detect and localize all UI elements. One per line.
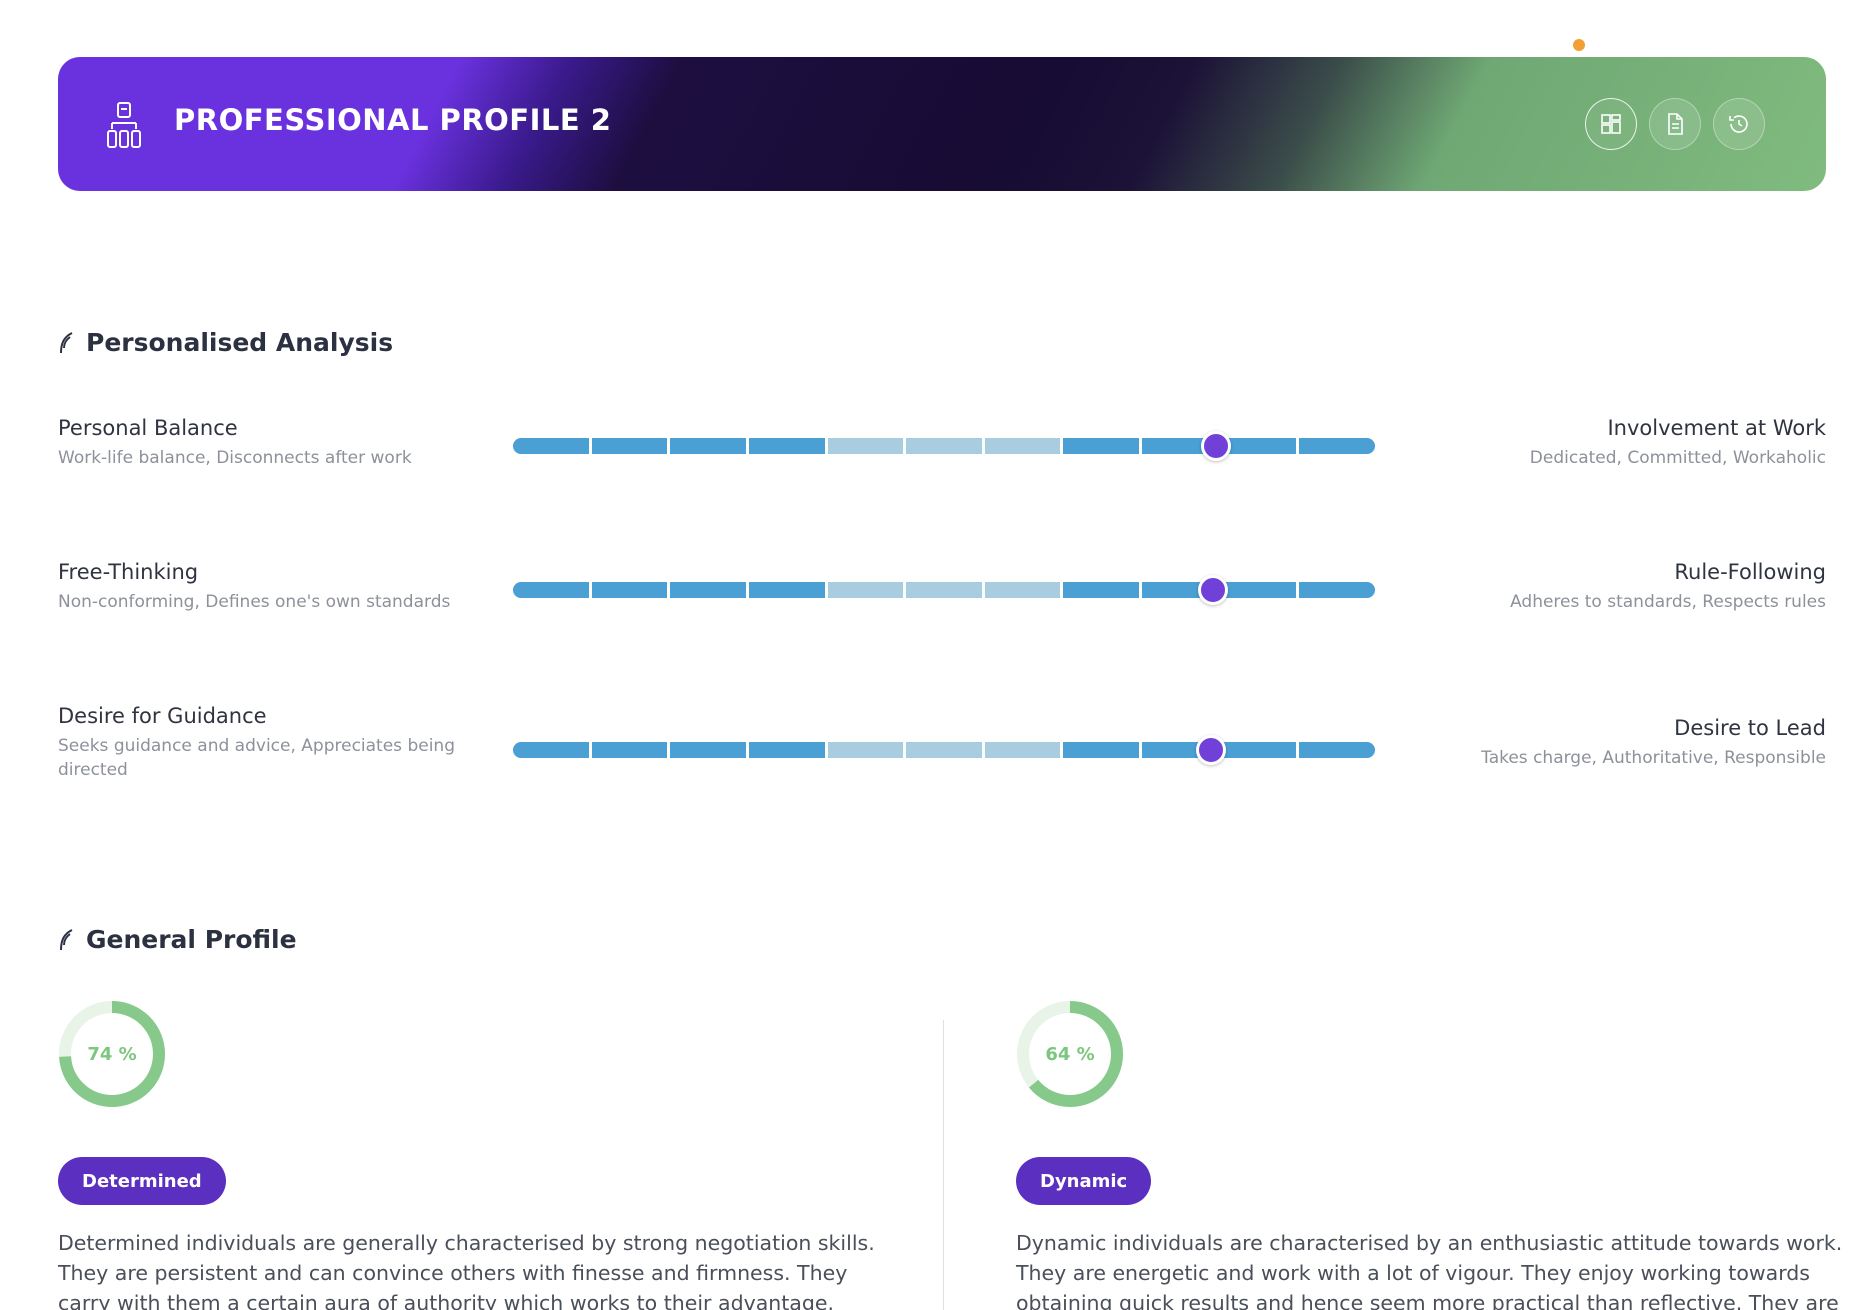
scale-row: Free-Thinking Non-conforming, Defines one… [58,558,1826,658]
scale-segment [1063,582,1140,598]
scale-segment [1220,582,1297,598]
percent-gauge: 64 % [1016,1000,1124,1108]
history-icon [1729,115,1748,133]
scale-segment [513,438,589,454]
trait-card-dynamic: 64 % Dynamic Dynamic individuals are cha… [1016,1000,1842,1310]
page-title: PROFESSIONAL PROFILE 2 [174,103,612,137]
scale-segment [984,438,1061,454]
dashboard-icon [1601,114,1621,134]
scale-segment [1299,742,1375,758]
document-button[interactable] [1649,98,1701,150]
scale-segment [1063,438,1140,454]
section-title: Personalised Analysis [86,328,394,357]
section-personalised-analysis: Personalised Analysis [58,328,393,357]
section-general-profile: General Profile [58,925,297,954]
page: PROFESSIONAL PROFILE 2 Personalised Anal… [0,0,1872,1310]
scale-left-description: Seeks guidance and advice, Appreciates b… [58,736,455,780]
scale-segment [827,582,904,598]
scale-segment [984,582,1061,598]
scale-segment [827,742,904,758]
scale-segment [984,742,1061,758]
scale-segment [591,582,668,598]
scale-track [513,575,1375,605]
column-divider [943,1020,944,1310]
trait-tag: Determined [58,1157,226,1205]
scale-segment [1220,438,1297,454]
scale-left-pole: Desire for Guidance Seeks guidance and ad… [58,702,478,782]
scale-segment [906,742,982,758]
scale-left-pole: Free-Thinking Non-conforming, Defines one… [58,558,478,614]
scale-row: Desire for Guidance Seeks guidance and ad… [58,702,1826,802]
feather-icon [60,928,73,950]
scale-row: Personal Balance Work-life balance, Disco… [58,414,1826,514]
scale-right-description: Adheres to standards, Respects rules [1510,592,1826,612]
scale-marker [1197,575,1228,605]
section-title: General Profile [86,925,297,954]
feather-icon [60,331,73,353]
percent-label: 74 % [87,1043,137,1065]
scale-segment [1063,742,1140,758]
dashboard-button[interactable] [1585,98,1637,150]
scale-segment [670,438,746,454]
scale-left-pole: Personal Balance Work-life balance, Disco… [58,414,478,470]
scale-right-pole: Involvement at Work Dedicated, Committed,… [1406,414,1826,470]
scale-right-title: Rule-Following [1674,560,1826,584]
trait-card-determined: 74 % Determined Determined individuals a… [58,1000,878,1310]
history-button[interactable] [1713,98,1765,150]
scale-left-description: Work-life balance, Disconnects after wor… [58,448,412,468]
scale-segment [748,582,825,598]
scale-segment [591,438,668,454]
scale-right-pole: Rule-Following Adheres to standards, Resp… [1406,558,1826,614]
scale-segment [513,742,589,758]
scale-marker [1200,431,1231,461]
scale-segment [1299,582,1375,598]
trait-description: Dynamic individuals are characterised by… [1016,1231,1843,1310]
scale-segment [670,582,746,598]
scale-right-title: Desire to Lead [1674,716,1826,740]
scale-track [513,735,1375,765]
scale-segment [906,438,982,454]
scale-right-description: Dedicated, Committed, Workaholic [1529,448,1826,468]
scale-left-title: Personal Balance [58,416,238,440]
profile-logo-icon [107,102,141,148]
scale-left-title: Free-Thinking [58,560,199,584]
header-banner: PROFESSIONAL PROFILE 2 [58,57,1826,191]
percent-label: 64 % [1045,1043,1095,1065]
scale-left-description: Non-conforming, Defines one's own standa… [58,592,451,612]
document-icon [1668,113,1683,135]
scale-marker [1196,735,1227,765]
scale-right-title: Involvement at Work [1607,416,1826,440]
scale-segment [906,582,982,598]
scale-left-title: Desire for Guidance [58,704,267,728]
scale-segment [827,438,904,454]
scale-track [513,431,1375,461]
trait-tag: Dynamic [1016,1157,1152,1205]
scale-segment [1220,742,1297,758]
scale-segment [748,742,825,758]
scale-segment [513,582,589,598]
percent-gauge: 74 % [58,1000,166,1108]
scale-right-pole: Desire to Lead Takes charge, Authoritativ… [1406,714,1826,770]
scale-segment [1299,438,1375,454]
scale-right-description: Takes charge, Authoritative, Responsible [1481,748,1826,768]
scale-segment [748,438,825,454]
scale-segment [591,742,668,758]
notification-dot [1573,39,1585,51]
trait-description: Determined individuals are generally cha… [58,1231,875,1310]
scale-segment [670,742,746,758]
